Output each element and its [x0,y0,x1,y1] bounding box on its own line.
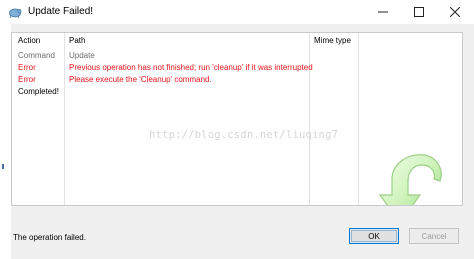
list-item[interactable]: Error Please execute the 'Cleanup' comma… [12,75,462,87]
background-window-edge [0,24,11,259]
column-header-action[interactable]: Action [18,36,40,45]
results-list[interactable]: Action Path Mime type Command Update Err… [11,32,463,206]
action-cell: Completed! [18,87,59,96]
status-message: The operation failed. [13,233,86,242]
update-failed-dialog: Update Failed! Action Path Mime type Com… [0,0,474,259]
maximize-button[interactable] [402,0,436,24]
list-item[interactable]: Error Previous operation has not finishe… [12,63,462,75]
list-item[interactable]: Command Update [12,51,462,63]
list-item[interactable]: Completed! [12,87,462,99]
tortoise-icon [8,5,22,19]
window-title: Update Failed! [28,6,94,17]
ok-button[interactable]: OK [349,228,399,244]
column-header-mime-type[interactable]: Mime type [314,36,351,45]
action-cell: Command [18,51,55,60]
action-cell: Error [18,75,36,84]
path-cell: Previous operation has not finished; run… [69,63,313,72]
watermark-text: http://blog.csdn.net/liuqing7 [149,129,339,141]
column-header-path[interactable]: Path [69,36,85,45]
path-cell: Please execute the 'Cleanup' command. [69,75,212,84]
path-cell: Update [69,51,95,60]
green-curved-arrow-icon [374,151,448,205]
minimize-button[interactable] [366,0,400,24]
action-cell: Error [18,63,36,72]
title-bar[interactable]: Update Failed! [0,0,474,24]
close-button[interactable] [438,0,472,24]
cancel-button[interactable]: Cancel [409,228,459,244]
